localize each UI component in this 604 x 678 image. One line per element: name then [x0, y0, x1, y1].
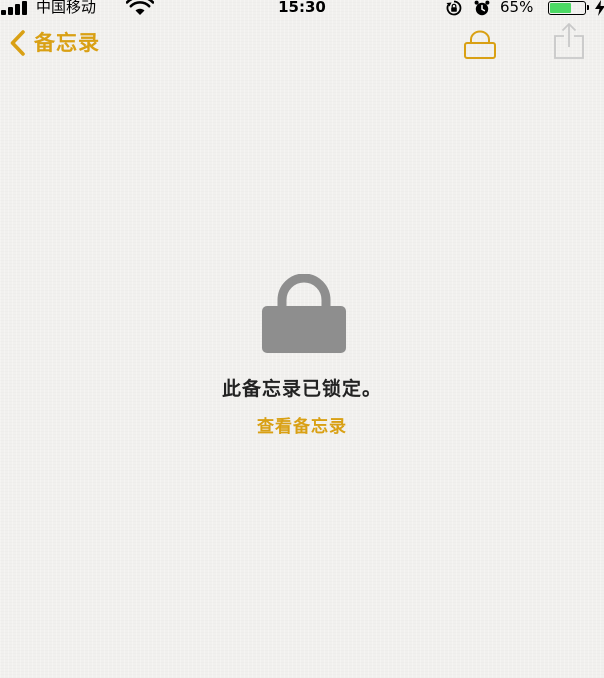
battery-cap: [587, 5, 589, 10]
back-button[interactable]: 备忘录: [8, 28, 100, 58]
alarm-icon: [474, 0, 490, 16]
view-note-container: 查看备忘录: [0, 413, 604, 441]
view-note-button[interactable]: 查看备忘录: [257, 417, 347, 437]
chevron-left-icon: [10, 30, 25, 56]
lock-icon[interactable]: [462, 30, 498, 60]
back-button-label: 备忘录: [34, 31, 100, 55]
battery-icon: [548, 1, 586, 15]
lock-rotation-icon: [446, 0, 462, 16]
lock-icon: [262, 274, 346, 353]
share-icon[interactable]: [551, 22, 587, 60]
locked-message: 此备忘录已锁定。: [221, 378, 382, 400]
battery-percent: 65%: [500, 0, 534, 16]
status-bar: 中国移动 15:30 65%: [0, 0, 604, 20]
charging-icon: [595, 0, 604, 16]
battery-level-fill: [550, 3, 571, 13]
